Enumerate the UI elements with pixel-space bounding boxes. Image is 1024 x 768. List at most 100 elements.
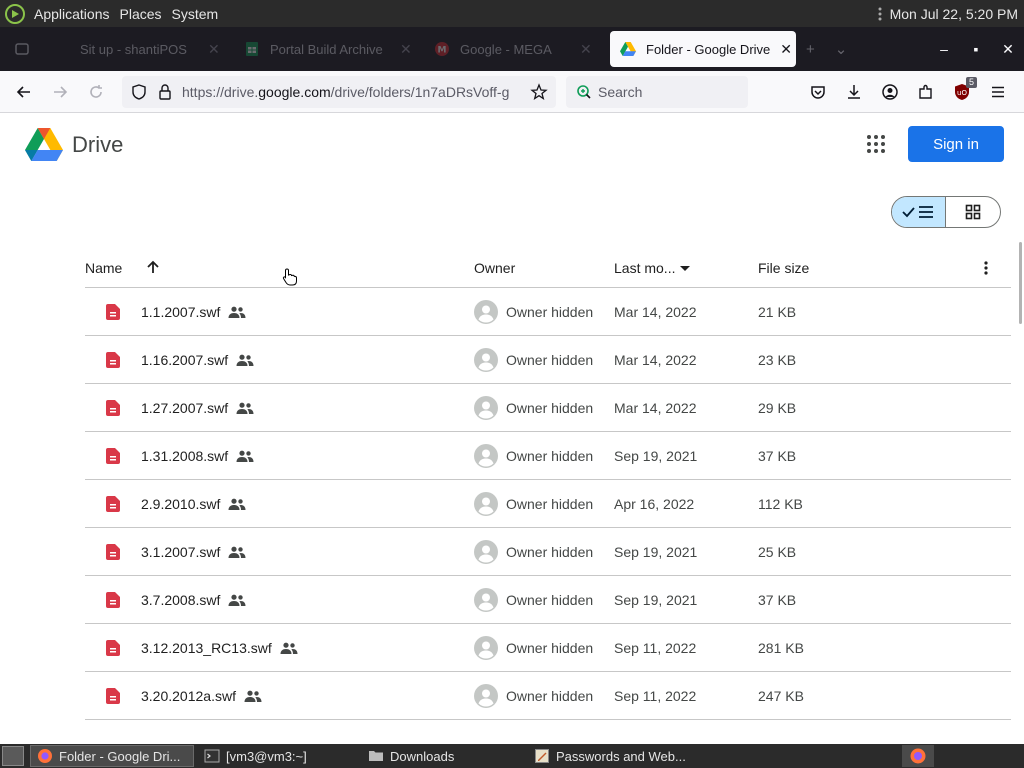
extensions-button[interactable] [908,76,944,108]
file-name-cell[interactable]: 1.16.2007.swf [141,336,254,383]
file-name-cell[interactable]: 2.9.2010.swf [141,480,246,527]
downloads-button[interactable] [836,76,872,108]
table-header: Name Owner Last mo... File size [85,248,1011,288]
show-desktop-button[interactable] [2,746,24,766]
file-name[interactable]: 1.31.2008.swf [141,448,228,464]
column-file-size[interactable]: File size [758,260,809,276]
file-name-cell[interactable]: 1.27.2007.swf [141,384,254,431]
last-modified: Mar 14, 2022 [614,399,697,416]
last-modified: Sep 19, 2021 [614,447,698,464]
list-view-button[interactable] [892,197,947,227]
url-text[interactable]: https://drive.google.com/drive/folders/1… [182,84,524,100]
file-size: 25 KB [758,543,797,560]
taskbar-item[interactable]: Downloads [362,745,524,767]
os-top-panel: Applications Places System Mon Jul 22, 5… [0,0,1024,27]
sheets-icon [246,42,258,56]
file-name[interactable]: 3.20.2012a.swf [141,688,236,704]
tab-overview-button[interactable] [0,41,44,57]
table-row[interactable]: 3.7.2008.swf Owner hidden Sep 19, 2021 37 K… [85,576,1011,624]
os-menu-system[interactable]: System [172,6,219,22]
taskbar-item[interactable]: Folder - Google Dri... [30,745,194,767]
close-icon[interactable]: ✕ [400,41,412,58]
url-bar[interactable]: https://drive.google.com/drive/folders/1… [122,75,556,108]
file-icon [106,432,120,479]
app-menu-button[interactable] [980,76,1016,108]
taskbar-item[interactable]: Passwords and Web... [528,745,698,767]
new-tab-button[interactable]: + [796,41,825,58]
close-icon[interactable]: ✕ [208,41,220,58]
page-scrollbar[interactable] [1019,242,1022,324]
table-row[interactable]: 1.16.2007.swf Owner hidden Mar 14, 2022 23 … [85,336,1011,384]
file-name[interactable]: 3.12.2013_RC13.swf [141,640,272,656]
owner-avatar [474,672,498,719]
tab-mega[interactable]: M Google - MEGA ✕ [424,31,604,67]
file-name[interactable]: 1.16.2007.swf [141,352,228,368]
window-close-button[interactable]: ✕ [992,41,1024,58]
close-icon[interactable]: ✕ [580,41,592,58]
table-row[interactable]: 3.12.2013_RC13.swf Owner hidden Sep 11, 20… [85,624,1011,672]
minimize-button[interactable]: – [928,41,960,57]
account-button[interactable] [872,76,908,108]
table-row[interactable]: 1.27.2007.swf Owner hidden Mar 14, 2022 29 … [85,384,1011,432]
file-name[interactable]: 1.1.2007.swf [141,304,220,320]
maximize-button[interactable]: ▪ [960,41,992,57]
file-name-cell[interactable]: 3.1.2007.swf [141,528,246,575]
grid-view-button[interactable] [946,197,1000,227]
tray-firefox[interactable] [902,745,934,767]
tab-google-drive[interactable]: Folder - Google Drive ✕ [610,31,796,67]
table-row[interactable]: 1.31.2008.swf Owner hidden Sep 19, 2021 37 … [85,432,1011,480]
window-controls: – ▪ ✕ [928,41,1024,58]
ublock-button[interactable]: uO 5 [944,76,980,108]
last-modified: Mar 14, 2022 [614,351,697,368]
file-name-cell[interactable]: 3.20.2012a.swf [141,672,262,719]
google-apps-icon[interactable] [864,132,888,156]
forward-button[interactable] [42,76,78,108]
column-last-modified[interactable]: Last mo... [614,260,693,276]
search-field[interactable]: Search [566,75,748,108]
file-name[interactable]: 3.7.2008.swf [141,592,220,608]
tab-list-button[interactable]: ⌄ [825,40,858,58]
file-name-cell[interactable]: 3.12.2013_RC13.swf [141,624,298,671]
bookmark-star-icon[interactable] [530,82,548,101]
reload-button[interactable] [78,76,114,108]
table-row[interactable]: 2.9.2010.swf Owner hidden Apr 16, 2022 112 … [85,480,1011,528]
file-name-cell[interactable]: 1.1.2007.swf [141,288,246,335]
os-clock[interactable]: Mon Jul 22, 5:20 PM [890,6,1018,22]
hamburger-menu-icon [992,86,1004,97]
browser-tab-bar: Sit up - shantiPOS ✕ Portal Build Archiv… [0,27,1024,71]
table-row[interactable]: 3.20.2012a.swf Owner hidden Sep 11, 2022 24… [85,672,1011,720]
lock-icon[interactable] [156,83,174,101]
google-drive-logo-icon[interactable] [25,128,63,162]
shield-icon[interactable] [130,83,148,101]
table-row[interactable]: 1.1.2007.swf Owner hidden Mar 14, 2022 21 K… [85,288,1011,336]
file-size: 37 KB [758,591,797,608]
table-row[interactable]: 3.1.2007.swf Owner hidden Sep 19, 2021 25 K… [85,528,1011,576]
tab-portal-build[interactable]: Portal Build Archive ✕ [234,31,424,67]
drive-title[interactable]: Drive [72,132,123,158]
file-size: 37 KB [758,447,797,464]
file-name-cell[interactable]: 3.7.2008.swf [141,576,246,623]
file-name-cell[interactable]: 1.31.2008.swf [141,432,254,479]
drive-header: Drive Sign in [0,113,1024,177]
owner-name: Owner hidden [506,303,594,320]
close-icon[interactable]: ✕ [780,41,792,58]
os-menu-applications[interactable]: Applications [34,6,110,22]
sort-ascending-arrow-icon[interactable] [145,259,161,275]
os-menu-places[interactable]: Places [120,6,162,22]
taskbar-item[interactable]: [vm3@vm3:~] [198,745,358,767]
file-name[interactable]: 2.9.2010.swf [141,496,220,512]
column-owner[interactable]: Owner [474,260,515,276]
os-logo-icon[interactable] [4,3,26,25]
download-icon [848,84,860,99]
sign-in-button[interactable]: Sign in [908,126,1004,162]
tab-shantipos[interactable]: Sit up - shantiPOS ✕ [44,31,234,67]
column-name[interactable]: Name [85,260,122,276]
hand-cursor-icon [282,268,297,286]
panel-handle-icon [878,7,882,20]
more-options-icon[interactable] [978,260,994,276]
file-name[interactable]: 1.27.2007.swf [141,400,228,416]
file-name[interactable]: 3.1.2007.swf [141,544,220,560]
back-button[interactable] [6,76,42,108]
pocket-button[interactable] [800,76,836,108]
tab-label: Portal Build Archive [270,41,383,57]
